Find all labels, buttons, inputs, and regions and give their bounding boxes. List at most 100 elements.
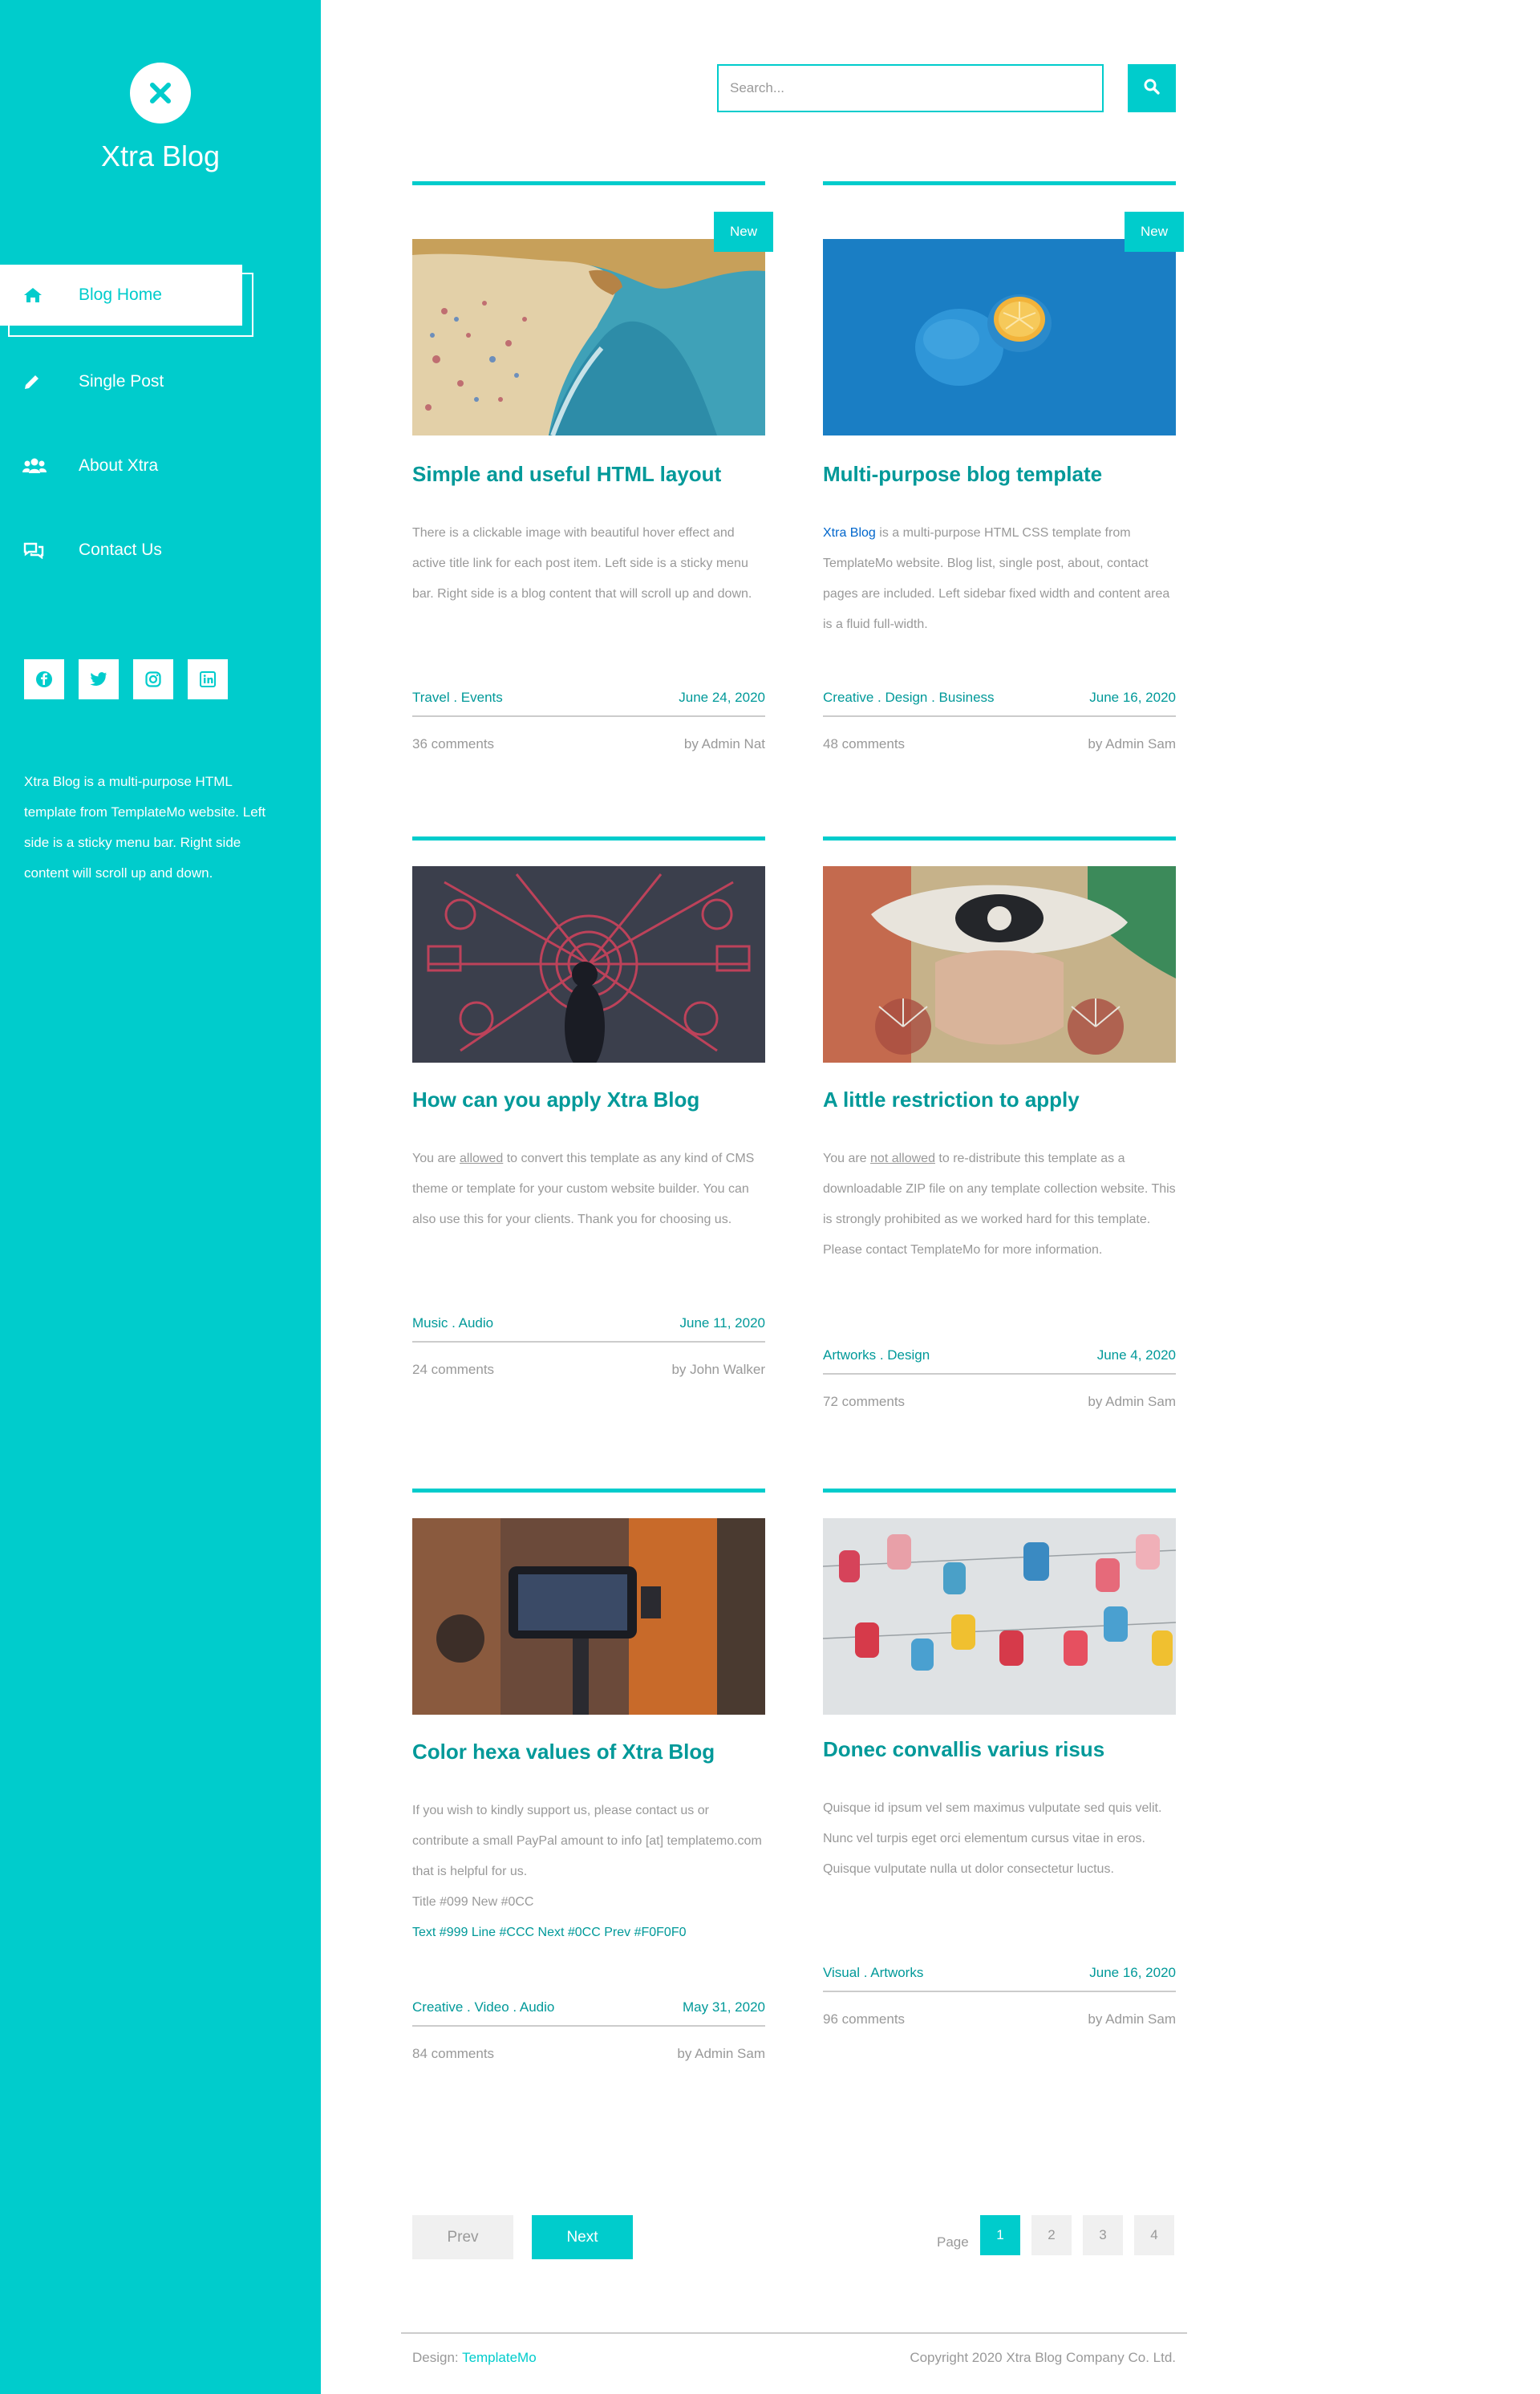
post-categories[interactable]: Creative . Video . Audio xyxy=(412,1999,554,2025)
post-comments: 36 comments xyxy=(412,736,495,751)
post-title[interactable]: Simple and useful HTML layout xyxy=(412,462,721,487)
post-comments: 24 comments xyxy=(412,1362,495,1377)
sidebar-description: Xtra Blog is a multi-purpose HTML templa… xyxy=(24,774,266,881)
post-card: New Multi-purpose blog template Xtra Blo… xyxy=(823,181,1184,791)
search-button[interactable] xyxy=(1128,64,1176,112)
post-title[interactable]: Donec convallis varius risus xyxy=(823,1737,1104,1762)
post-date: June 11, 2020 xyxy=(679,1315,766,1331)
sidebar-item-label: Blog Home xyxy=(79,286,162,304)
design-label: Design: xyxy=(412,2350,463,2365)
post-meta: Travel . Events June 24, 2020 36 comment… xyxy=(412,690,765,752)
next-button[interactable]: Next xyxy=(532,2215,633,2259)
post-comments: 96 comments xyxy=(823,2011,906,2027)
post-author: by Admin Sam xyxy=(1088,2011,1176,2027)
post-author: by Admin Nat xyxy=(683,736,765,751)
sidebar-item-label: Contact Us xyxy=(79,541,162,559)
post-top-line xyxy=(823,1489,1176,1493)
post-image-artwork[interactable] xyxy=(823,866,1176,1063)
post-meta: Creative . Design . Business June 16, 20… xyxy=(823,690,1176,752)
post-date: June 16, 2020 xyxy=(1089,690,1176,705)
site-title: Xtra Blog xyxy=(100,140,221,172)
post-image-beach[interactable] xyxy=(412,239,765,435)
facebook-icon[interactable] xyxy=(24,659,64,699)
not-allowed-text: not allowed xyxy=(870,1152,935,1165)
post-date: May 31, 2020 xyxy=(682,1999,765,2015)
sidebar-item-blog-home[interactable]: Blog Home xyxy=(0,265,253,337)
logo[interactable]: Xtra Blog xyxy=(0,63,321,173)
post-top-line xyxy=(412,1489,765,1493)
post-meta: Artworks . Design June 4, 2020 72 commen… xyxy=(823,1347,1176,1410)
post-categories[interactable]: Visual . Artworks xyxy=(823,1965,923,1991)
social-links xyxy=(24,659,228,699)
post-image-gimbal[interactable] xyxy=(412,1518,765,1715)
post-date: June 4, 2020 xyxy=(1096,1347,1176,1363)
sidebar-item-about-xtra[interactable]: About Xtra xyxy=(0,438,321,494)
footer-credit: Design: TemplateMo xyxy=(412,2350,537,2366)
post-card: New Simple and useful HTML layout There … xyxy=(412,181,773,791)
post-card: Color hexa values of Xtra Blog If you wi… xyxy=(412,1489,765,2130)
new-badge: New xyxy=(1125,212,1184,252)
sidebar-item-contact-us[interactable]: Contact Us xyxy=(0,522,321,578)
sidebar-item-label: About Xtra xyxy=(79,456,159,475)
users-icon xyxy=(22,457,47,475)
post-image-orange[interactable] xyxy=(823,239,1176,435)
post-image-music[interactable] xyxy=(412,866,765,1063)
post-categories[interactable]: Creative . Design . Business xyxy=(823,690,995,715)
excerpt-text: You are xyxy=(412,1152,460,1165)
post-image-lanterns[interactable] xyxy=(823,1518,1176,1715)
sidebar-item-single-post[interactable]: Single Post xyxy=(0,354,321,410)
page-3-button[interactable]: 3 xyxy=(1083,2215,1123,2255)
excerpt-text: to re-distribute this template as a down… xyxy=(823,1152,1176,1257)
post-comments: 84 comments xyxy=(412,2046,495,2061)
page-2-button[interactable]: 2 xyxy=(1031,2215,1072,2255)
post-excerpt: You are allowed to convert this template… xyxy=(412,1144,765,1235)
pen-icon xyxy=(22,372,47,391)
linkedin-icon[interactable] xyxy=(188,659,228,699)
page-1-button[interactable]: 1 xyxy=(980,2215,1020,2255)
page-4-button[interactable]: 4 xyxy=(1134,2215,1174,2255)
xtra-blog-link[interactable]: Xtra Blog xyxy=(823,526,876,540)
post-categories[interactable]: Artworks . Design xyxy=(823,1347,930,1373)
post-excerpt: Xtra Blog is a multi-purpose HTML CSS te… xyxy=(823,518,1176,640)
excerpt-text: You are xyxy=(823,1152,871,1165)
post-title[interactable]: Multi-purpose blog template xyxy=(823,462,1102,487)
post-top-line xyxy=(412,836,765,841)
post-excerpt: Quisque id ipsum vel sem maximus vulputa… xyxy=(823,1801,1162,1876)
sidebar: Xtra Blog Blog Home Single Post About Xt… xyxy=(0,0,321,2394)
post-title[interactable]: A little restriction to apply xyxy=(823,1088,1080,1112)
post-excerpt: You are not allowed to re-distribute thi… xyxy=(823,1144,1176,1266)
post-top-line xyxy=(412,181,765,185)
post-top-line xyxy=(823,836,1176,841)
post-excerpt: If you wish to kindly support us, please… xyxy=(412,1796,765,1948)
post-categories[interactable]: Travel . Events xyxy=(412,690,503,715)
footer-copyright: Copyright 2020 Xtra Blog Company Co. Ltd… xyxy=(910,2350,1176,2365)
close-icon xyxy=(130,63,191,124)
post-author: by John Walker xyxy=(671,1362,765,1377)
home-icon xyxy=(22,286,47,304)
post-author: by Admin Sam xyxy=(1088,1394,1176,1409)
post-meta: Creative . Video . Audio May 31, 2020 84… xyxy=(412,1999,765,2062)
excerpt-hex-title: Title #099 New #0CC xyxy=(412,1895,534,1909)
post-author: by Admin Sam xyxy=(677,2046,765,2061)
post-meta: Music . Audio June 11, 2020 24 comments … xyxy=(412,1315,765,1378)
prev-button[interactable]: Prev xyxy=(412,2215,513,2259)
page-numbers: 1 2 3 4 xyxy=(980,2215,1174,2255)
allowed-text: allowed xyxy=(460,1152,504,1165)
post-author: by Admin Sam xyxy=(1088,736,1176,751)
templatemo-link[interactable]: TemplateMo xyxy=(462,2350,537,2365)
excerpt-text: is a multi-purpose HTML CSS template fro… xyxy=(823,526,1170,631)
excerpt-hex-text: Text #999 Line #CCC Next #0CC Prev #F0F0… xyxy=(412,1926,687,1939)
new-badge: New xyxy=(714,212,773,252)
search-input[interactable] xyxy=(717,64,1104,112)
post-title[interactable]: How can you apply Xtra Blog xyxy=(412,1088,699,1112)
post-title[interactable]: Color hexa values of Xtra Blog xyxy=(412,1740,715,1764)
post-excerpt: There is a clickable image with beautifu… xyxy=(412,526,752,601)
post-top-line xyxy=(823,181,1176,185)
sidebar-nav: Blog Home Single Post About Xtra Contact… xyxy=(0,265,321,606)
sidebar-item-label: Single Post xyxy=(79,372,164,391)
comments-icon xyxy=(22,541,47,559)
instagram-icon[interactable] xyxy=(133,659,173,699)
excerpt-text: If you wish to kindly support us, please… xyxy=(412,1804,762,1878)
twitter-icon[interactable] xyxy=(79,659,119,699)
post-categories[interactable]: Music . Audio xyxy=(412,1315,493,1341)
